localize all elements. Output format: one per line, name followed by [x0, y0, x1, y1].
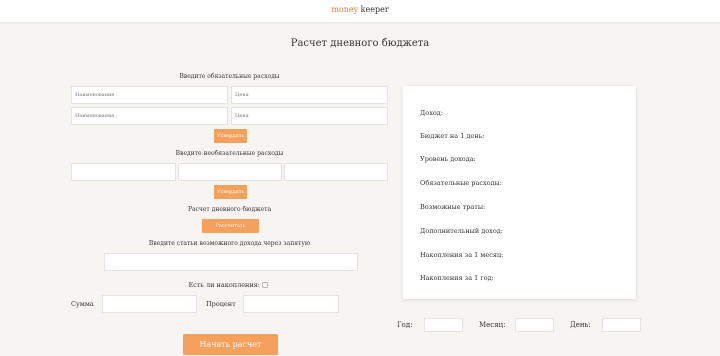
percent-input[interactable] [243, 295, 339, 313]
income-items-heading: Введите статьи возможного дохода через з… [148, 240, 311, 247]
mandatory-name-input-1[interactable] [71, 86, 228, 104]
year-input[interactable] [424, 318, 463, 332]
income-items-input[interactable] [104, 253, 358, 271]
mandatory-price-input-2[interactable] [231, 107, 388, 125]
optional-expenses-heading: Введите необязательные расходы [175, 150, 284, 157]
brand-rest-text: keeper [360, 5, 389, 14]
percent-label: Процент [206, 300, 236, 308]
day-label: День: [570, 321, 591, 329]
optional-input-1[interactable] [71, 163, 176, 181]
optional-input-2[interactable] [178, 163, 282, 181]
savings-checkbox[interactable] [262, 282, 268, 288]
optional-input-3[interactable] [284, 163, 388, 181]
year-label: Год: [397, 321, 413, 329]
summary-income: Доход: [420, 109, 443, 117]
savings-question-label: Есть ли накопления: [188, 281, 260, 289]
amount-input[interactable] [102, 295, 197, 313]
daily-budget-heading: Расчет дневного бюджета [187, 206, 272, 213]
top-bar: money keeper [0, 0, 720, 22]
mandatory-approve-button[interactable]: Утвердить [214, 129, 247, 143]
summary-mandatory-expenses: Обязательные расходы: [420, 179, 502, 187]
summary-possible-spending: Возможные траты: [420, 203, 486, 211]
optional-approve-button[interactable]: Утвердить [214, 185, 247, 199]
summary-savings-month: Накопления за 1 месяц: [420, 251, 504, 259]
mandatory-price-input-1[interactable] [231, 86, 388, 104]
start-calculation-button[interactable]: Начать расчет [183, 334, 278, 355]
brand-logo[interactable]: money keeper [0, 5, 720, 14]
brand-accent-text: money [331, 5, 359, 14]
month-input[interactable] [515, 318, 554, 332]
month-label: Месяц: [479, 321, 506, 329]
calculate-button[interactable]: Рассчитать [202, 219, 259, 233]
day-input[interactable] [602, 318, 641, 332]
summary-savings-year: Накопления за 1 год: [420, 274, 494, 282]
mandatory-expenses-heading: Введите обязательные расходы [179, 73, 280, 80]
amount-label: Сумма [71, 300, 94, 308]
summary-budget-per-day: Бюджет на 1 день: [420, 132, 485, 140]
summary-income-level: Уровень дохода: [420, 155, 476, 163]
summary-extra-income: Дополнительный доход: [420, 227, 503, 235]
page-title: Расчет дневного бюджета [290, 38, 430, 49]
summary-card: Доход: Бюджет на 1 день: Уровень дохода:… [403, 86, 636, 299]
mandatory-name-input-2[interactable] [71, 107, 228, 125]
